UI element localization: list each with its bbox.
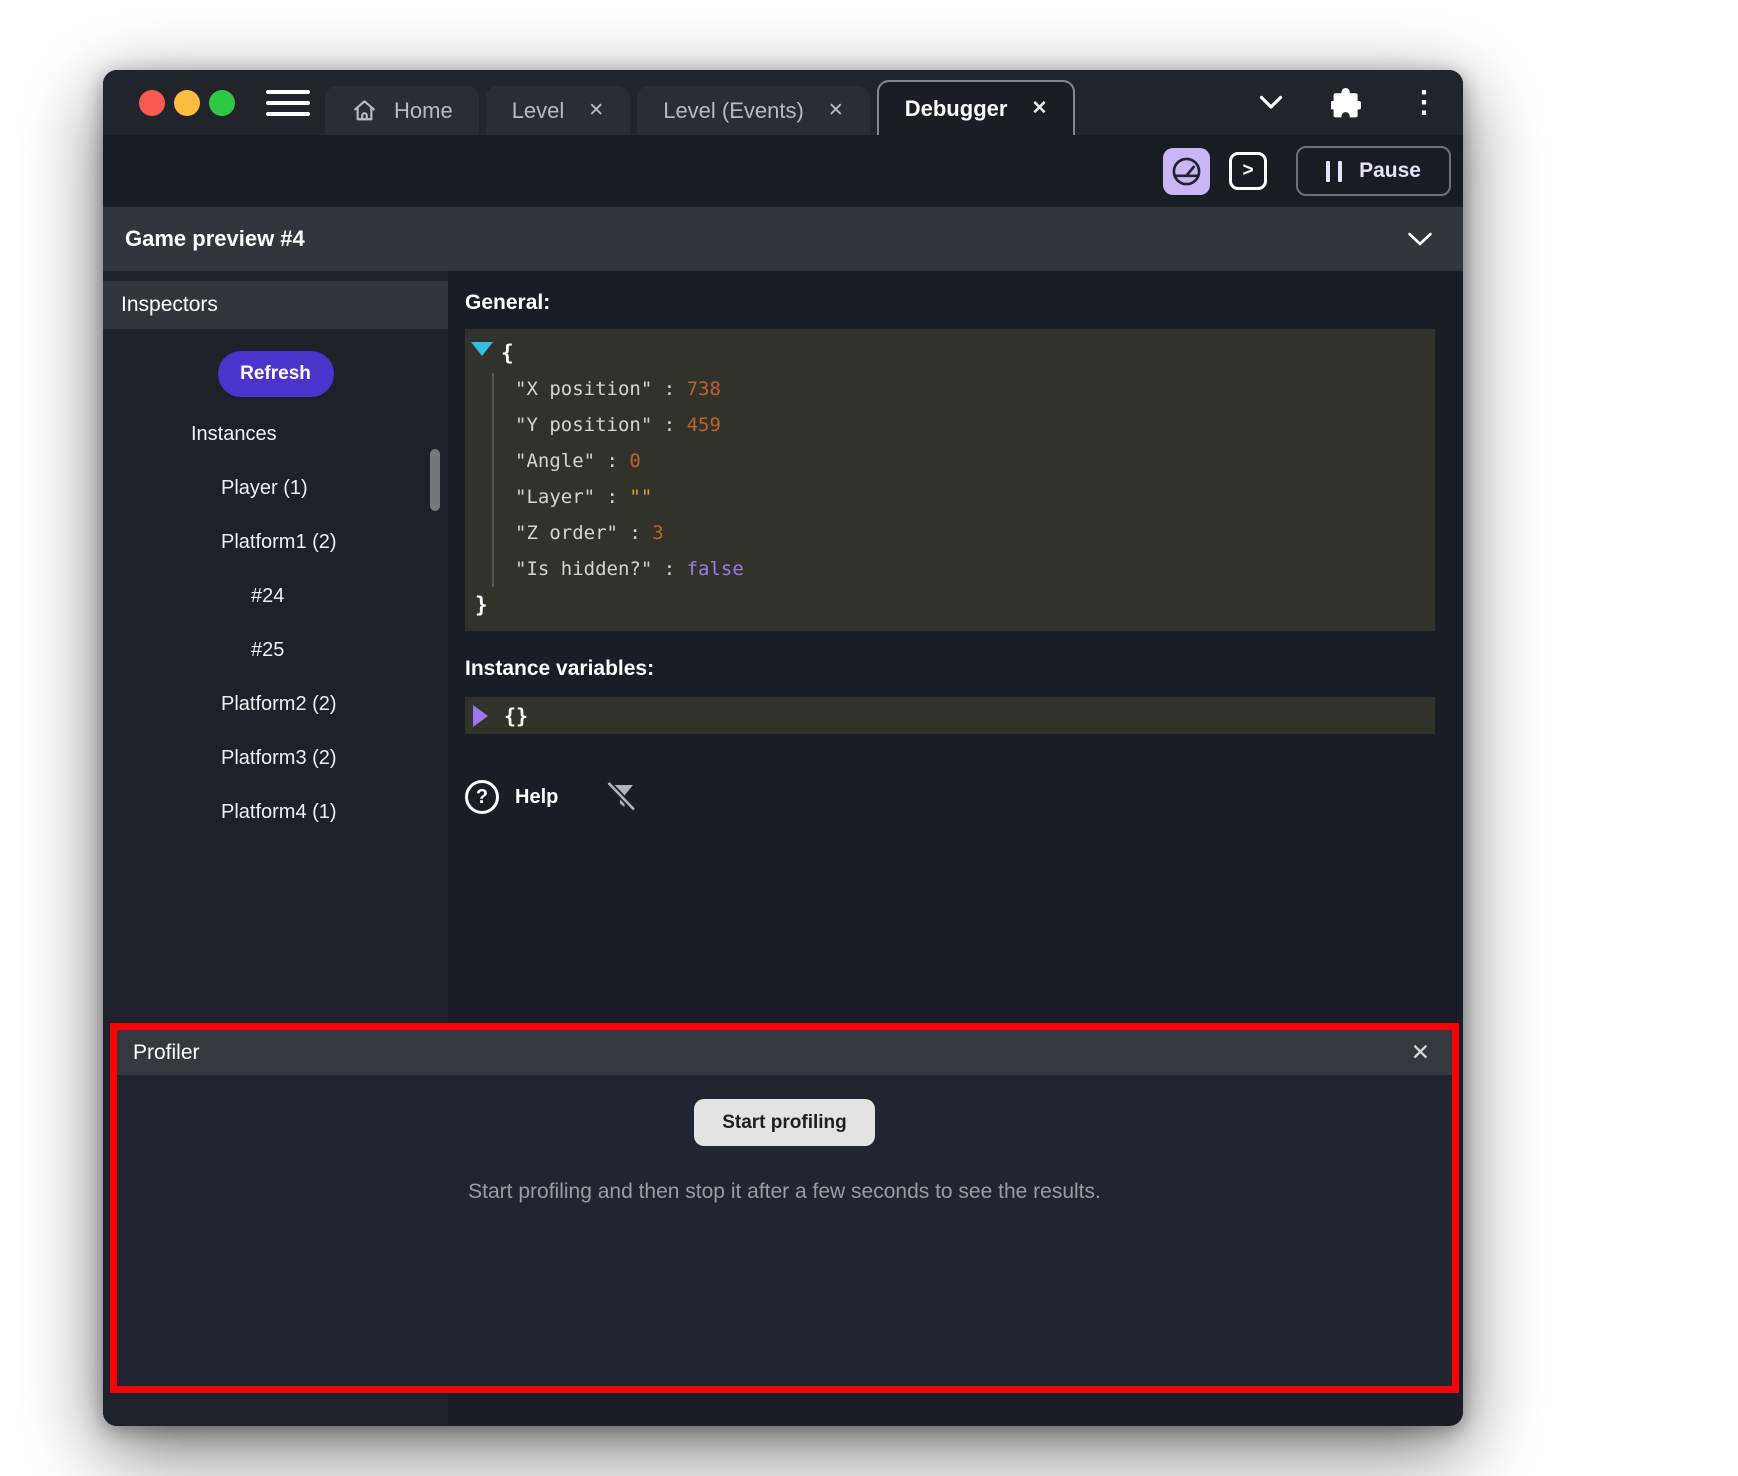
tree-item-platform2[interactable]: Platform2 (2) [103,677,448,731]
collapse-node-icon[interactable] [471,342,493,356]
tree-item-player[interactable]: Player (1) [103,461,448,515]
json-value: false [687,558,744,580]
tab-level-events[interactable]: Level (Events) ✕ [637,86,870,135]
json-key: "Layer" [515,486,595,508]
tab-label: Level [512,98,565,124]
sidebar-scrollbar-thumb[interactable] [430,449,440,511]
hamburger-menu-icon[interactable] [266,90,310,116]
console-prompt-icon: > [1242,160,1253,182]
json-row-x-position: "X position" : 738 [465,371,1435,407]
json-row-z-order: "Z order" : 3 [465,515,1435,551]
json-value: 3 [652,522,663,544]
tree-item-instance-25[interactable]: #25 [103,623,448,677]
help-label: Help [515,786,558,809]
tab-bar: Home Level ✕ Level (Events) ✕ Debugger ✕ [325,80,1075,135]
console-button[interactable]: > [1229,152,1267,190]
general-json-viewer: { "X position" : 738 "Y position" : 459 … [465,329,1435,631]
chevron-down-icon[interactable] [1259,95,1283,110]
profiler-panel: Profiler ✕ Start profiling Start profili… [110,1023,1459,1393]
app-window: Home Level ✕ Level (Events) ✕ Debugger ✕ [103,70,1463,1426]
profiler-body: Start profiling Start profiling and then… [117,1075,1452,1386]
minimize-window-button[interactable] [174,90,200,116]
tab-level[interactable]: Level ✕ [486,86,631,135]
debugger-toolbar: > Pause [103,135,1463,207]
indent-guide [492,373,494,587]
json-key: "Y position" [515,414,652,436]
json-open-brace: { [465,335,1435,371]
overflow-menu-icon[interactable]: ⋮ [1409,88,1439,118]
general-section-label: General: [465,291,1435,315]
profiler-header: Profiler ✕ [117,1030,1452,1075]
game-preview-header[interactable]: Game preview #4 [103,207,1463,271]
json-key: "Is hidden?" [515,558,652,580]
help-row: ? Help [465,780,1435,814]
help-button[interactable]: ? Help [465,780,558,814]
pause-button[interactable]: Pause [1296,146,1451,196]
extensions-puzzle-icon[interactable] [1331,88,1361,118]
instances-tree: Instances Player (1) Platform1 (2) #24 #… [103,407,448,839]
profiler-description: Start profiling and then stop it after a… [468,1180,1101,1204]
json-value: 459 [687,414,721,436]
tab-label: Home [394,98,453,124]
close-tab-icon[interactable]: ✕ [588,99,604,122]
tab-home[interactable]: Home [325,86,479,135]
titlebar: Home Level ✕ Level (Events) ✕ Debugger ✕ [103,70,1463,135]
refresh-button[interactable]: Refresh [218,351,334,397]
close-tab-icon[interactable]: ✕ [1031,97,1047,120]
debugger-content: Inspectors Refresh Instances Player (1) … [103,271,1463,1426]
json-value: 738 [687,378,721,400]
pause-icon [1326,161,1342,182]
titlebar-actions: ⋮ [1259,70,1439,135]
tree-item-instances[interactable]: Instances [103,407,448,461]
tree-item-instance-24[interactable]: #24 [103,569,448,623]
json-row-layer: "Layer" : "" [465,479,1435,515]
maximize-window-button[interactable] [209,90,235,116]
json-key: "Z order" [515,522,618,544]
tree-item-platform1[interactable]: Platform1 (2) [103,515,448,569]
traffic-lights [139,90,235,116]
inspectors-header: Inspectors [103,281,448,329]
json-row-angle: "Angle" : 0 [465,443,1435,479]
close-tab-icon[interactable]: ✕ [828,99,844,122]
game-preview-title: Game preview #4 [125,226,305,252]
json-close-brace: } [465,587,1435,623]
tree-item-platform4[interactable]: Platform4 (1) [103,785,448,839]
home-icon [351,97,378,124]
close-profiler-button[interactable]: ✕ [1405,1038,1436,1067]
filter-off-icon[interactable] [604,780,638,814]
json-value: "" [629,486,652,508]
tab-debugger[interactable]: Debugger ✕ [877,80,1076,135]
instance-variables-value: {} [504,704,528,728]
profiler-title: Profiler [133,1041,200,1065]
instance-variables-label: Instance variables: [465,657,1435,681]
chevron-down-icon[interactable] [1407,231,1433,247]
pause-label: Pause [1359,159,1421,183]
start-profiling-button[interactable]: Start profiling [694,1099,875,1146]
speedometer-icon [1170,155,1203,188]
profiler-toggle-button[interactable] [1163,148,1210,195]
json-key: "Angle" [515,450,595,472]
question-mark-icon: ? [465,780,499,814]
json-row-y-position: "Y position" : 459 [465,407,1435,443]
json-row-is-hidden: "Is hidden?" : false [465,551,1435,587]
tree-item-platform3[interactable]: Platform3 (2) [103,731,448,785]
close-window-button[interactable] [139,90,165,116]
json-value: 0 [629,450,640,472]
json-key: "X position" [515,378,652,400]
tab-label: Level (Events) [663,98,804,124]
expand-node-icon[interactable] [473,705,488,727]
tab-label: Debugger [905,96,1008,122]
instance-variables-viewer: {} [465,697,1435,734]
